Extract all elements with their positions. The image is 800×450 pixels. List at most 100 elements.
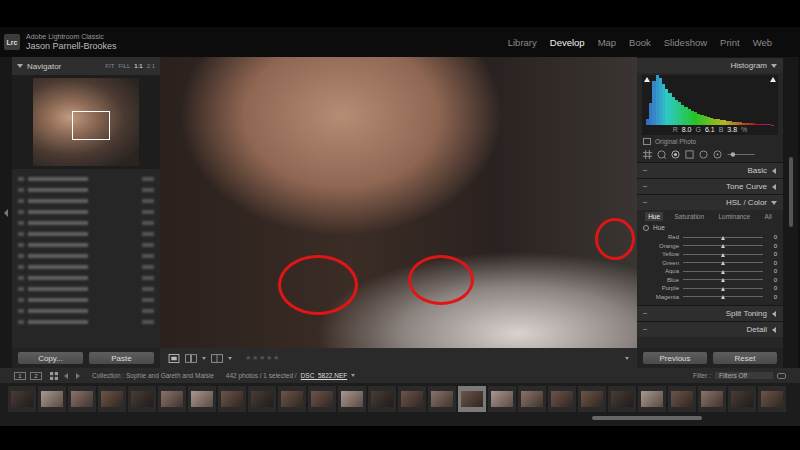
filter-dropdown[interactable]: Filters Off	[715, 372, 773, 379]
slider-track[interactable]	[683, 237, 763, 238]
collection-row[interactable]	[18, 296, 154, 304]
dropdown-icon[interactable]	[228, 357, 232, 360]
brush-slider-icon[interactable]	[727, 150, 755, 159]
filmstrip-thumbnail[interactable]	[308, 386, 336, 412]
star[interactable]: ★	[259, 354, 265, 362]
before-after-icon[interactable]	[185, 354, 197, 363]
dropdown-icon[interactable]	[202, 357, 206, 360]
slider-knob[interactable]	[721, 261, 725, 265]
collection-row[interactable]	[18, 252, 154, 260]
slider-track[interactable]	[683, 271, 763, 272]
compare-icon[interactable]	[211, 354, 223, 363]
filmstrip-thumbnail[interactable]	[578, 386, 606, 412]
module-tab[interactable]: Develop	[550, 37, 585, 48]
module-tab[interactable]: Map	[598, 37, 616, 48]
filmstrip-thumbnail[interactable]	[458, 386, 486, 412]
panel-button[interactable]: Copy...	[18, 352, 83, 364]
hsl-tab[interactable]: Saturation	[671, 212, 707, 221]
module-tab[interactable]: Slideshow	[664, 37, 707, 48]
filmstrip-thumbnail[interactable]	[728, 386, 756, 412]
slider-value[interactable]: 0	[767, 260, 777, 266]
targeted-adjustment-icon[interactable]	[643, 225, 649, 231]
filmstrip-thumbnail[interactable]	[278, 386, 306, 412]
filmstrip-thumbnail[interactable]	[218, 386, 246, 412]
forward-arrow-icon[interactable]	[76, 373, 80, 379]
slider-value[interactable]: 0	[767, 251, 777, 257]
filmstrip-thumbnail[interactable]	[248, 386, 276, 412]
collection-row[interactable]	[18, 230, 154, 238]
slider-value[interactable]: 0	[767, 268, 777, 274]
histogram-chart[interactable]	[642, 75, 778, 125]
brush-icon[interactable]	[713, 150, 722, 159]
filmstrip-thumbnail[interactable]	[98, 386, 126, 412]
highlight-clipping-icon[interactable]	[770, 77, 776, 82]
slider-value[interactable]: 0	[767, 277, 777, 283]
collection-row[interactable]	[18, 208, 154, 216]
red-eye-icon[interactable]	[671, 150, 680, 159]
filmstrip-thumbnail[interactable]	[128, 386, 156, 412]
collection-row[interactable]	[18, 318, 154, 326]
star[interactable]: ★	[245, 354, 251, 362]
filmstrip-thumbnail[interactable]	[428, 386, 456, 412]
dropdown-icon[interactable]	[351, 374, 355, 377]
zoom-option[interactable]: FIT	[105, 63, 114, 69]
filmstrip-scrollbar[interactable]	[8, 416, 792, 422]
slider-knob[interactable]	[721, 278, 725, 282]
panel-button[interactable]: Previous	[643, 352, 707, 364]
histogram-header[interactable]: Histogram	[637, 57, 783, 73]
slider-value[interactable]: 0	[767, 234, 777, 240]
right-scrollbar[interactable]	[783, 57, 798, 368]
slider-track[interactable]	[683, 254, 763, 255]
slider-value[interactable]: 0	[767, 294, 777, 300]
zoom-option[interactable]: FILL	[118, 63, 130, 69]
collection-row[interactable]	[18, 274, 154, 282]
slider-value[interactable]: 0	[767, 285, 777, 291]
star[interactable]: ★	[252, 354, 258, 362]
filmstrip-thumbnail[interactable]	[368, 386, 396, 412]
panel-header[interactable]: Split Toning	[637, 305, 783, 321]
filter-switch-icon[interactable]	[777, 373, 786, 379]
panel-header[interactable]: Detail	[637, 321, 783, 337]
slider-knob[interactable]	[721, 287, 725, 291]
slider-knob[interactable]	[721, 295, 725, 299]
slider-track[interactable]	[683, 245, 763, 246]
panel-header[interactable]: Basic	[637, 162, 783, 178]
filmstrip-thumbnail[interactable]	[188, 386, 216, 412]
zoom-option[interactable]: 1:1	[134, 63, 142, 69]
radial-filter-icon[interactable]	[699, 150, 708, 159]
loupe-view-icon[interactable]	[168, 354, 180, 363]
panel-button[interactable]: Reset	[713, 352, 777, 364]
slider-track[interactable]	[683, 288, 763, 289]
hsl-tab[interactable]: All	[762, 212, 775, 221]
module-tab[interactable]: Book	[629, 37, 651, 48]
hsl-tab[interactable]: Hue	[645, 212, 663, 221]
slider-knob[interactable]	[721, 270, 725, 274]
zoom-area-box[interactable]	[72, 111, 110, 140]
module-tab[interactable]: Web	[753, 37, 772, 48]
collection-row[interactable]	[18, 186, 154, 194]
filmstrip-thumbnail[interactable]	[158, 386, 186, 412]
filmstrip-thumbnail[interactable]	[668, 386, 696, 412]
module-tab[interactable]: Library	[508, 37, 537, 48]
star-rating[interactable]: ★★★★★	[245, 354, 279, 362]
collection-row[interactable]	[18, 263, 154, 271]
panel-header[interactable]: HSL / Color	[637, 194, 783, 210]
slider-knob[interactable]	[721, 236, 725, 240]
slider-track[interactable]	[683, 279, 763, 280]
panel-header[interactable]: Tone Curve	[637, 178, 783, 194]
hsl-tab[interactable]: Luminance	[715, 212, 753, 221]
module-tab[interactable]: Print	[720, 37, 740, 48]
filmstrip-thumbnail[interactable]	[548, 386, 576, 412]
zoom-option[interactable]: 2:1	[147, 63, 155, 69]
collection-row[interactable]	[18, 197, 154, 205]
filmstrip-thumbnail[interactable]	[758, 386, 786, 412]
filmstrip-thumbnail[interactable]	[68, 386, 96, 412]
panel-button[interactable]: Paste	[89, 352, 154, 364]
star[interactable]: ★	[266, 354, 272, 362]
shadow-clipping-icon[interactable]	[644, 77, 650, 82]
filmstrip-thumbnail[interactable]	[518, 386, 546, 412]
collection-row[interactable]	[18, 219, 154, 227]
star[interactable]: ★	[273, 354, 279, 362]
slider-knob[interactable]	[721, 253, 725, 257]
filmstrip-thumbnail[interactable]	[8, 386, 36, 412]
